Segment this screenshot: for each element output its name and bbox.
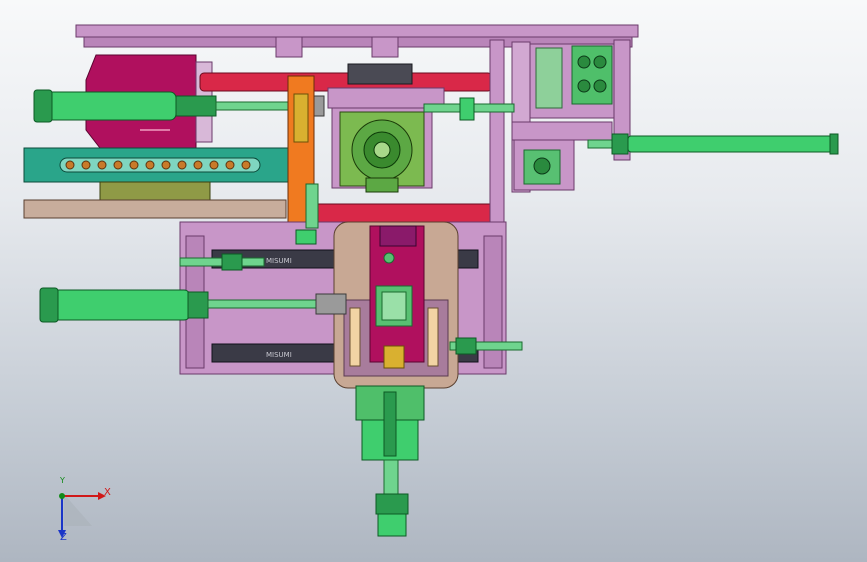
- fitting-3: [459, 97, 475, 121]
- right-slide-block: [535, 47, 563, 109]
- left-upper-cylinder-body: [35, 91, 177, 121]
- vertical-cylinder-nut: [375, 493, 409, 515]
- right-lower-plate: [511, 121, 613, 141]
- right-cylinder-body: [627, 135, 837, 153]
- left-big-cylinder-body: [41, 289, 191, 321]
- assembly-drawing[interactable]: MISUMI MISUMI: [0, 0, 867, 562]
- fitting-1: [305, 183, 319, 229]
- rail-upper-label: MISUMI: [266, 257, 292, 265]
- top-bracket-left: [275, 36, 303, 58]
- coordinate-triad: X Y Z: [46, 476, 116, 550]
- top-bracket-right: [371, 36, 399, 58]
- tan-slot-right: [427, 307, 439, 367]
- triad-z-label: Z: [60, 532, 67, 543]
- right-column-1: [489, 39, 505, 241]
- top-frame-plate: [75, 24, 639, 38]
- cad-viewport[interactable]: MISUMI MISUMI X Y Z: [0, 0, 867, 562]
- beige-plate: [23, 199, 287, 219]
- punch-bottom-nut: [383, 345, 405, 369]
- triad-y-label: Y: [60, 476, 65, 485]
- olive-bar: [99, 181, 211, 201]
- left-big-cylinder-rod: [207, 299, 321, 309]
- fitting-2: [295, 229, 317, 245]
- red-rod-middle: [289, 203, 499, 223]
- rail-lower-label: MISUMI: [266, 351, 292, 359]
- right-green-block: [571, 45, 613, 105]
- punch-top: [379, 225, 417, 247]
- vertical-cylinder-rod: [383, 459, 399, 497]
- triad-x-label: X: [104, 487, 111, 498]
- gearbox-top-clamp: [347, 63, 413, 85]
- tan-slot-left: [349, 307, 361, 367]
